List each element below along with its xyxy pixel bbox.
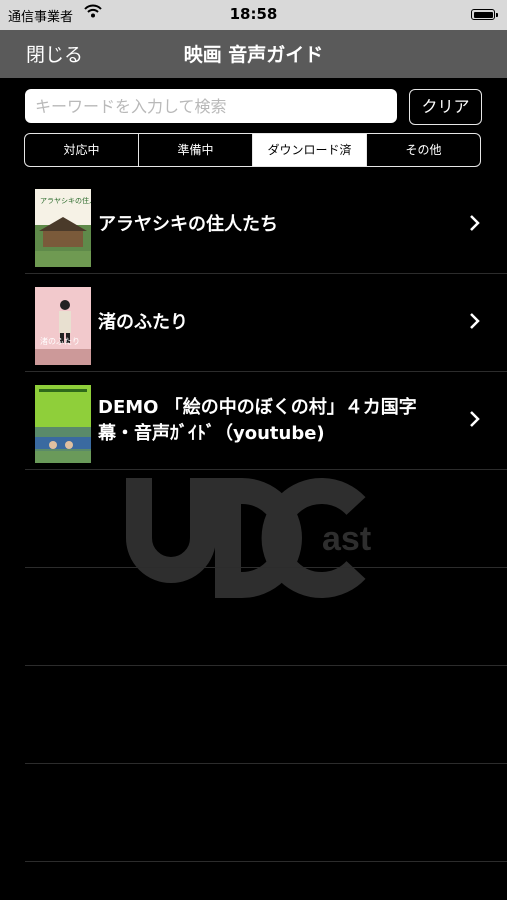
row-separator	[25, 567, 507, 568]
filter-segmented-control: 対応中 準備中 ダウンロード済 その他	[24, 133, 481, 167]
status-bar: 通信事業者 18:58	[0, 0, 507, 30]
row-separator	[25, 763, 507, 764]
row-separator	[25, 665, 507, 666]
chevron-right-icon	[470, 411, 480, 427]
chevron-right-icon	[470, 215, 480, 231]
chevron-right-icon	[470, 313, 480, 329]
row-separator	[25, 861, 507, 862]
page-title: 映画 音声ガイド	[183, 44, 324, 66]
navigation-bar: 閉じる 映画 音声ガイド	[0, 30, 507, 78]
poster-thumbnail: 渚のふたり	[35, 287, 91, 365]
list-item-title: 渚のふたり	[98, 311, 188, 333]
poster-title-text: アラヤシキの住人たち	[40, 196, 91, 205]
logo-sub-text: ast	[322, 520, 371, 558]
poster-thumbnail: アラヤシキの住人たち	[35, 189, 91, 267]
clear-button[interactable]: クリア	[409, 89, 482, 125]
segment-other[interactable]: その他	[367, 134, 480, 166]
list-item[interactable]: アラヤシキの住人たち アラヤシキの住人たち	[25, 176, 507, 274]
status-time: 18:58	[229, 5, 278, 23]
segment-supported[interactable]: 対応中	[25, 134, 139, 166]
list-item-title: DEMO 「絵の中のぼくの村」４カ国字幕・音声ｶﾞｲﾄﾞ（youtube)	[98, 396, 417, 444]
segment-preparing[interactable]: 準備中	[139, 134, 253, 166]
udcast-logo: ast	[126, 478, 371, 598]
battery-icon	[471, 9, 498, 20]
poster-title-text: 渚のふたり	[40, 337, 80, 346]
list-item[interactable]: DEMO 「絵の中のぼくの村」４カ国字幕・音声ｶﾞｲﾄﾞ（youtube)	[25, 372, 507, 470]
search-input[interactable]	[25, 89, 397, 123]
poster-thumbnail	[35, 385, 91, 463]
list-item-title: アラヤシキの住人たち	[98, 213, 278, 235]
list-item[interactable]: 渚のふたり 渚のふたり	[25, 274, 507, 372]
segment-downloaded[interactable]: ダウンロード済	[253, 134, 367, 166]
